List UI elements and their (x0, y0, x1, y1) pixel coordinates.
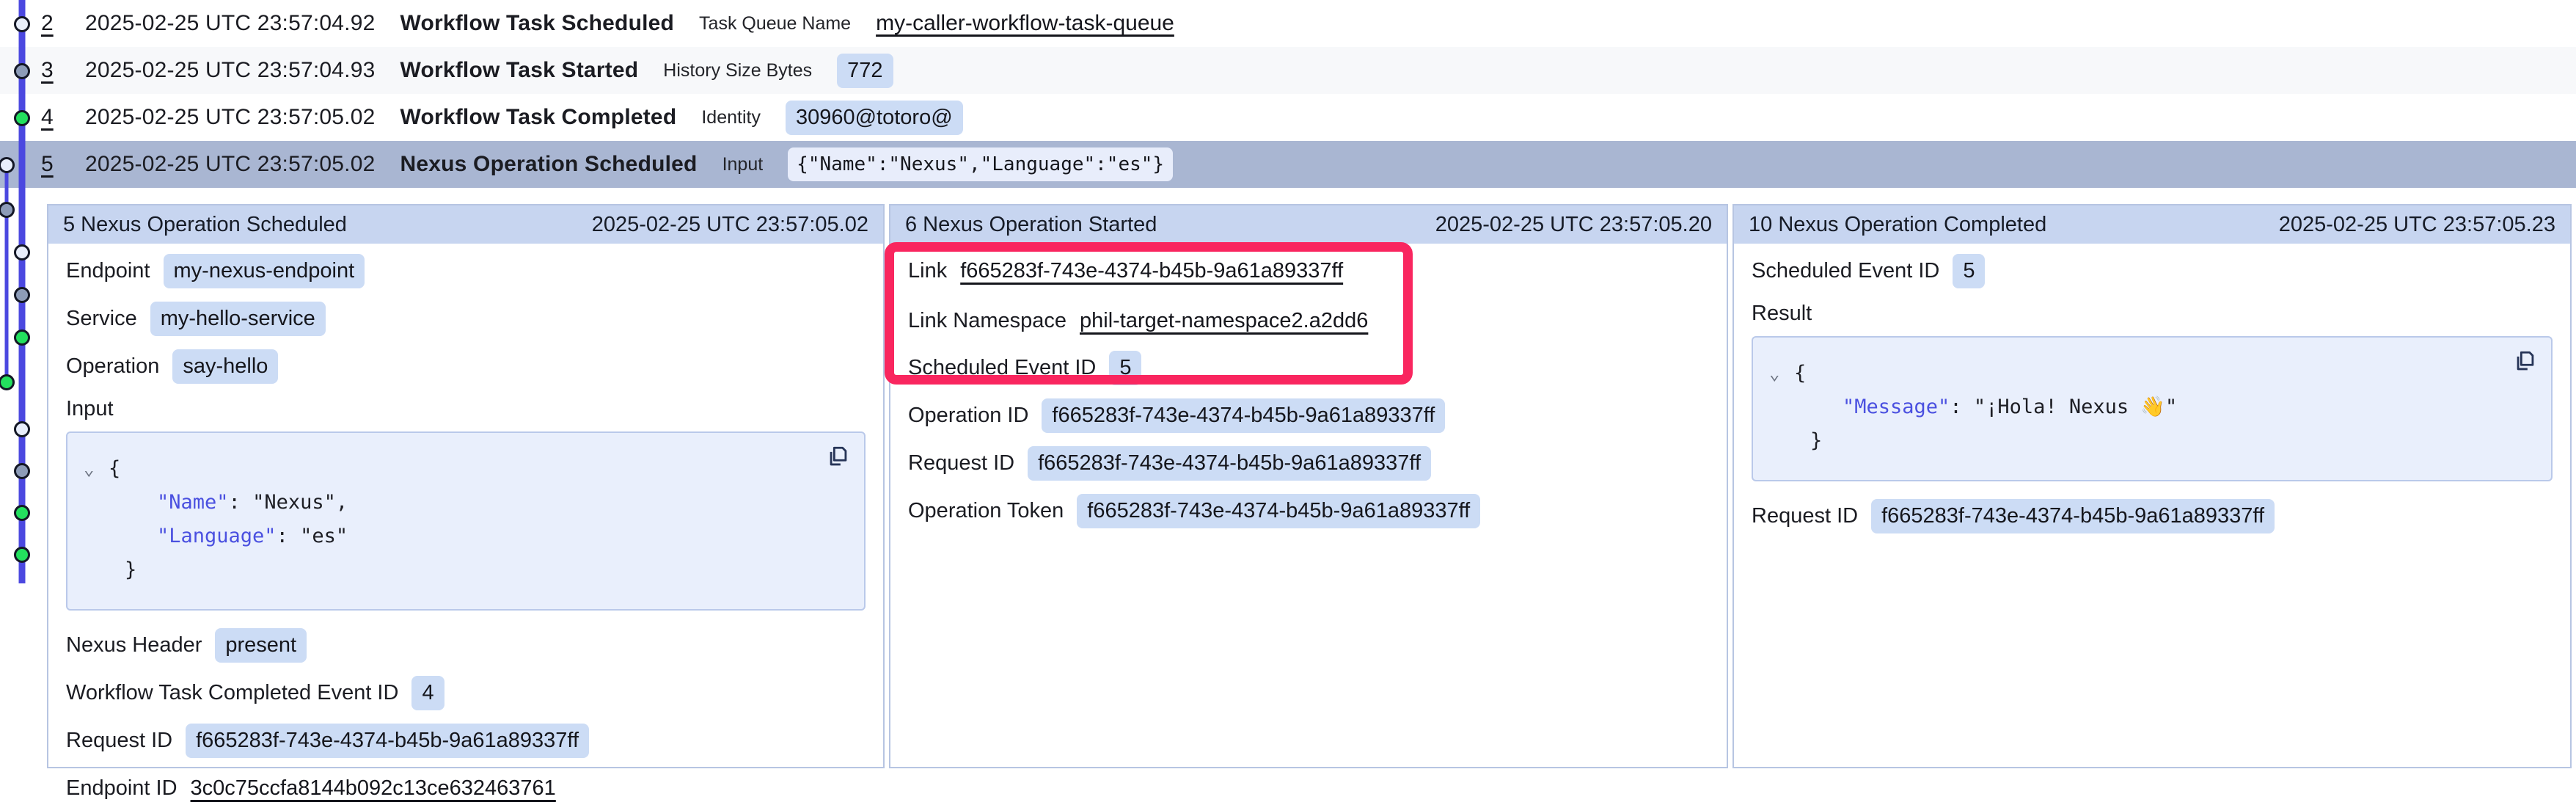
field-operation-id: Operation ID f665283f-743e-4374-b45b-9a6… (908, 398, 1709, 433)
field-label: Service (66, 307, 137, 331)
collapse-chevron-icon[interactable]: ⌄ (84, 452, 109, 486)
event-attr-badge: 772 (837, 54, 893, 88)
event-attr-label: Identity (701, 107, 761, 128)
event-number-link[interactable]: 2 (41, 11, 60, 36)
annotated-link-fields: Link f665283f-743e-4374-b45b-9a61a89337f… (908, 254, 1709, 338)
event-row-3[interactable]: 3 2025-02-25 UTC 23:57:04.93 Workflow Ta… (0, 47, 2576, 94)
result-section-label: Result (1752, 302, 2553, 326)
event-detail-panels: 5 Nexus Operation Scheduled 2025-02-25 U… (0, 204, 2576, 768)
field-label: Nexus Header (66, 633, 202, 658)
field-value-badge: 5 (1109, 351, 1141, 385)
field-value-badge: f665283f-743e-4374-b45b-9a61a89337ff (1028, 446, 1431, 481)
panel-header: 10 Nexus Operation Completed 2025-02-25 … (1734, 205, 2570, 244)
panel-title: 5 Nexus Operation Scheduled (63, 213, 347, 237)
field-endpoint-id: Endpoint ID 3c0c75ccfa8144b092c13ce63246… (66, 771, 866, 805)
field-scheduled-event-id: Scheduled Event ID 5 (1752, 254, 2553, 288)
event-timestamp: 2025-02-25 UTC 23:57:04.93 (85, 58, 375, 83)
event-timestamp: 2025-02-25 UTC 23:57:05.02 (85, 105, 375, 130)
field-label: Request ID (66, 729, 172, 753)
field-label: Request ID (908, 451, 1014, 476)
field-label: Operation ID (908, 404, 1028, 428)
field-label: Scheduled Event ID (908, 356, 1096, 380)
event-row-4[interactable]: 4 2025-02-25 UTC 23:57:05.02 Workflow Ta… (0, 94, 2576, 141)
field-request-id: Request ID f665283f-743e-4374-b45b-9a61a… (66, 724, 866, 758)
field-request-id: Request ID f665283f-743e-4374-b45b-9a61a… (1752, 499, 2553, 533)
panel-nexus-operation-started: 6 Nexus Operation Started 2025-02-25 UTC… (889, 204, 1728, 768)
event-timestamp: 2025-02-25 UTC 23:57:05.02 (85, 152, 375, 177)
field-endpoint: Endpoint my-nexus-endpoint (66, 254, 866, 288)
panel-title: 10 Nexus Operation Completed (1749, 213, 2046, 237)
field-label: Workflow Task Completed Event ID (66, 681, 398, 705)
field-value-badge: 5 (1953, 254, 1985, 288)
copy-icon[interactable] (826, 445, 851, 470)
field-label: Operation (66, 354, 159, 379)
event-input-badge: {"Name":"Nexus","Language":"es"} (788, 147, 1173, 181)
panel-timestamp: 2025-02-25 UTC 23:57:05.23 (2279, 213, 2555, 237)
panel-header: 5 Nexus Operation Scheduled 2025-02-25 U… (48, 205, 883, 244)
link-namespace-link[interactable]: phil-target-namespace2.a2dd6 (1080, 309, 1368, 333)
event-name: Nexus Operation Scheduled (400, 152, 697, 177)
event-name: Workflow Task Started (400, 58, 638, 83)
field-operation-token: Operation Token f665283f-743e-4374-b45b-… (908, 494, 1709, 528)
input-json-viewer: ⌄{ "Name": "Nexus", "Language": "es" } (66, 431, 866, 611)
field-request-id: Request ID f665283f-743e-4374-b45b-9a61a… (908, 446, 1709, 481)
field-label: Endpoint (66, 259, 150, 283)
field-value-badge: say-hello (172, 349, 278, 384)
field-value-badge: f665283f-743e-4374-b45b-9a61a89337ff (1871, 499, 2275, 533)
collapse-chevron-icon[interactable]: ⌄ (1769, 357, 1794, 390)
event-attr-label: Input (722, 154, 764, 175)
panel-nexus-operation-completed: 10 Nexus Operation Completed 2025-02-25 … (1732, 204, 2572, 768)
panel-title: 6 Nexus Operation Started (905, 213, 1157, 237)
task-queue-link[interactable]: my-caller-workflow-task-queue (876, 11, 1174, 36)
panel-timestamp: 2025-02-25 UTC 23:57:05.20 (1435, 213, 1712, 237)
field-label: Request ID (1752, 504, 1858, 528)
event-attr-badge: 30960@totoro@ (786, 101, 963, 135)
field-wtc-event-id: Workflow Task Completed Event ID 4 (66, 676, 866, 710)
event-name: Workflow Task Completed (400, 105, 676, 130)
panel-header: 6 Nexus Operation Started 2025-02-25 UTC… (890, 205, 1727, 244)
event-number-link[interactable]: 4 (41, 105, 60, 130)
event-timestamp: 2025-02-25 UTC 23:57:04.92 (85, 11, 375, 36)
event-attr-label: Task Queue Name (699, 13, 851, 34)
field-link: Link f665283f-743e-4374-b45b-9a61a89337f… (908, 254, 1709, 288)
field-value-badge: f665283f-743e-4374-b45b-9a61a89337ff (1042, 398, 1445, 433)
field-service: Service my-hello-service (66, 302, 866, 336)
field-value-badge: 4 (411, 676, 444, 710)
input-section-label: Input (66, 397, 866, 421)
event-row-2[interactable]: 2 2025-02-25 UTC 23:57:04.92 Workflow Ta… (0, 0, 2576, 47)
field-label: Endpoint ID (66, 776, 178, 801)
endpoint-id-link[interactable]: 3c0c75ccfa8144b092c13ce632463761 (191, 776, 556, 801)
event-number-link[interactable]: 3 (41, 58, 60, 83)
copy-icon[interactable] (2513, 349, 2538, 374)
field-label: Operation Token (908, 499, 1064, 523)
field-link-namespace: Link Namespace phil-target-namespace2.a2… (908, 304, 1709, 338)
field-value-badge: present (215, 628, 307, 663)
event-row-5-selected[interactable]: 5 2025-02-25 UTC 23:57:05.02 Nexus Opera… (0, 141, 2576, 188)
result-json-viewer: ⌄{ "Message": "¡Hola! Nexus 👋" } (1752, 336, 2553, 481)
field-value-badge: f665283f-743e-4374-b45b-9a61a89337ff (186, 724, 589, 758)
panel-timestamp: 2025-02-25 UTC 23:57:05.02 (592, 213, 868, 237)
field-value-badge: f665283f-743e-4374-b45b-9a61a89337ff (1077, 494, 1480, 528)
event-history-rows: 2 2025-02-25 UTC 23:57:04.92 Workflow Ta… (0, 0, 2576, 188)
field-label: Scheduled Event ID (1752, 259, 1939, 283)
link-value-link[interactable]: f665283f-743e-4374-b45b-9a61a89337ff (960, 259, 1343, 283)
event-number-link[interactable]: 5 (41, 152, 60, 177)
panel-nexus-operation-scheduled: 5 Nexus Operation Scheduled 2025-02-25 U… (47, 204, 885, 768)
field-value-badge: my-nexus-endpoint (164, 254, 365, 288)
event-attr-label: History Size Bytes (663, 60, 812, 81)
field-operation: Operation say-hello (66, 349, 866, 384)
event-name: Workflow Task Scheduled (400, 11, 674, 36)
field-scheduled-event-id: Scheduled Event ID 5 (908, 351, 1709, 385)
field-label: Link Namespace (908, 309, 1066, 333)
field-nexus-header: Nexus Header present (66, 628, 866, 663)
field-value-badge: my-hello-service (150, 302, 326, 336)
field-label: Link (908, 259, 947, 283)
